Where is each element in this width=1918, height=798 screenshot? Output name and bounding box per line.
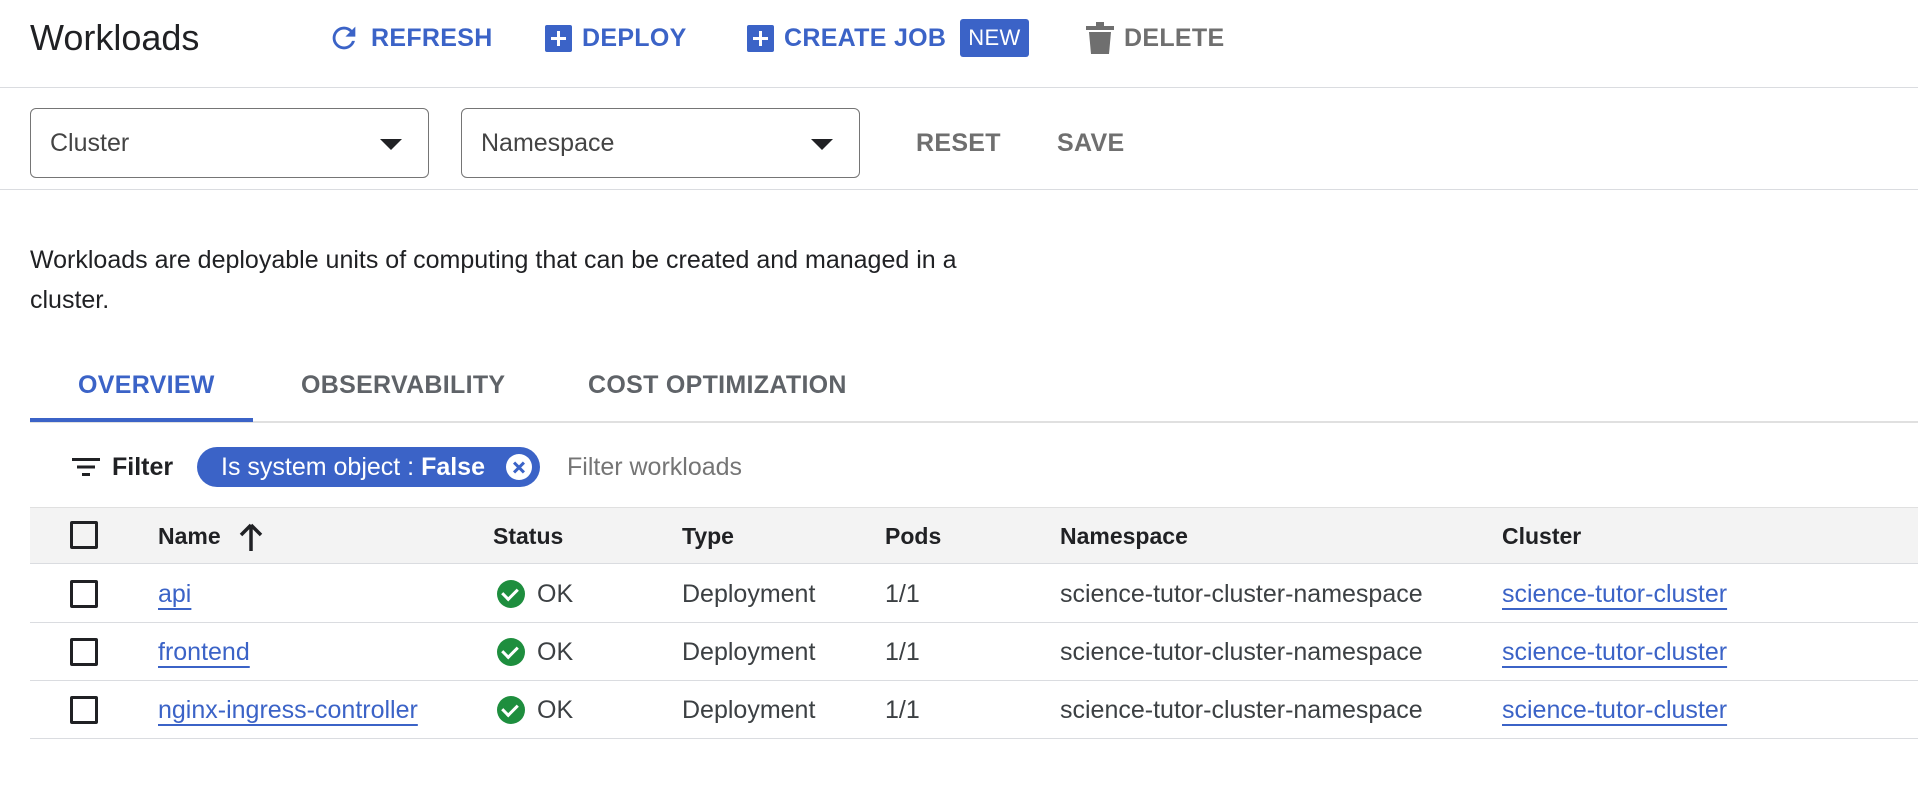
reset-button[interactable]: RESET (916, 120, 1001, 166)
header-divider (0, 87, 1918, 88)
column-header-pods[interactable]: Pods (885, 508, 941, 565)
namespace-cell: science-tutor-cluster-namespace (1060, 638, 1423, 666)
status-text: OK (537, 638, 574, 666)
type-cell: Deployment (682, 580, 816, 608)
namespace-cell: science-tutor-cluster-namespace (1060, 696, 1423, 724)
status-cell: OK (497, 681, 573, 739)
column-header-type[interactable]: Type (682, 508, 734, 565)
cluster-select[interactable]: Cluster (30, 108, 429, 178)
filter-chip-value: False (421, 452, 485, 481)
tab-overview[interactable]: OVERVIEW (78, 362, 215, 408)
namespace-select-value: Namespace (481, 128, 615, 157)
filter-label: Filter (112, 452, 174, 481)
filter-workloads-input[interactable] (567, 447, 1067, 487)
refresh-label: REFRESH (371, 23, 493, 52)
table-header: Name Status Type Pods Namespace Cluster (30, 507, 1918, 564)
table-row: api OK Deployment 1/1 science-tutor-clus… (30, 565, 1918, 623)
chevron-down-icon (380, 139, 402, 150)
row-checkbox[interactable] (70, 696, 98, 724)
cluster-link[interactable]: science-tutor-cluster (1502, 565, 1727, 623)
status-cell: OK (497, 623, 573, 681)
row-checkbox[interactable] (70, 638, 98, 666)
refresh-button[interactable]: REFRESH (327, 14, 493, 62)
workload-name-link[interactable]: api (158, 565, 191, 623)
check-circle-icon (497, 580, 525, 608)
column-header-name-label: Name (158, 523, 221, 549)
column-header-name[interactable]: Name (158, 508, 263, 565)
filter-chip-system-object[interactable]: Is system object : False (197, 447, 540, 487)
plus-box-icon (545, 24, 572, 52)
status-text: OK (537, 580, 574, 608)
row-checkbox[interactable] (70, 580, 98, 608)
filter-button[interactable]: Filter (72, 447, 173, 487)
trash-icon (1086, 22, 1114, 54)
tab-observability[interactable]: OBSERVABILITY (301, 362, 505, 408)
status-text: OK (537, 696, 574, 724)
arrow-up-icon (239, 523, 262, 551)
cluster-link[interactable]: science-tutor-cluster (1502, 681, 1727, 739)
check-circle-icon (497, 696, 525, 724)
filter-chip-text: Is system object : False (221, 453, 485, 482)
close-circle-icon[interactable] (506, 454, 532, 480)
column-header-cluster[interactable]: Cluster (1502, 508, 1581, 565)
tabs-divider (30, 421, 1918, 423)
column-header-namespace[interactable]: Namespace (1060, 508, 1188, 565)
filter-chip-key: Is system object : (221, 452, 422, 481)
column-header-status[interactable]: Status (493, 508, 563, 565)
check-circle-icon (497, 638, 525, 666)
deploy-button[interactable]: DEPLOY (545, 14, 687, 62)
namespace-select[interactable]: Namespace (461, 108, 860, 178)
table-row: frontend OK Deployment 1/1 science-tutor… (30, 623, 1918, 681)
status-cell: OK (497, 565, 573, 623)
cluster-link[interactable]: science-tutor-cluster (1502, 623, 1727, 681)
active-tab-indicator (30, 418, 253, 422)
delete-button[interactable]: DELETE (1086, 14, 1224, 62)
filter-list-icon (72, 458, 100, 476)
new-badge: NEW (960, 19, 1029, 57)
chevron-down-icon (811, 139, 833, 150)
pods-cell: 1/1 (885, 696, 920, 724)
workload-name-link[interactable]: frontend (158, 623, 250, 681)
tab-cost-optimization[interactable]: COST OPTIMIZATION (588, 362, 847, 408)
type-cell: Deployment (682, 638, 816, 666)
deploy-label: DEPLOY (582, 23, 687, 52)
create-job-button[interactable]: CREATE JOB NEW (747, 14, 1029, 62)
page-title: Workloads (30, 17, 200, 58)
delete-label: DELETE (1124, 23, 1225, 52)
pods-cell: 1/1 (885, 638, 920, 666)
type-cell: Deployment (682, 696, 816, 724)
pods-cell: 1/1 (885, 580, 920, 608)
cluster-select-value: Cluster (50, 128, 130, 157)
select-all-checkbox[interactable] (70, 521, 98, 549)
filters-divider (0, 189, 1918, 190)
namespace-cell: science-tutor-cluster-namespace (1060, 580, 1423, 608)
create-job-label: CREATE JOB (784, 23, 947, 52)
page-description: Workloads are deployable units of comput… (30, 246, 957, 314)
table-row: nginx-ingress-controller OK Deployment 1… (30, 681, 1918, 739)
save-button[interactable]: SAVE (1057, 120, 1124, 166)
workload-name-link[interactable]: nginx-ingress-controller (158, 681, 418, 739)
plus-box-icon (747, 24, 774, 52)
refresh-icon (332, 26, 356, 50)
